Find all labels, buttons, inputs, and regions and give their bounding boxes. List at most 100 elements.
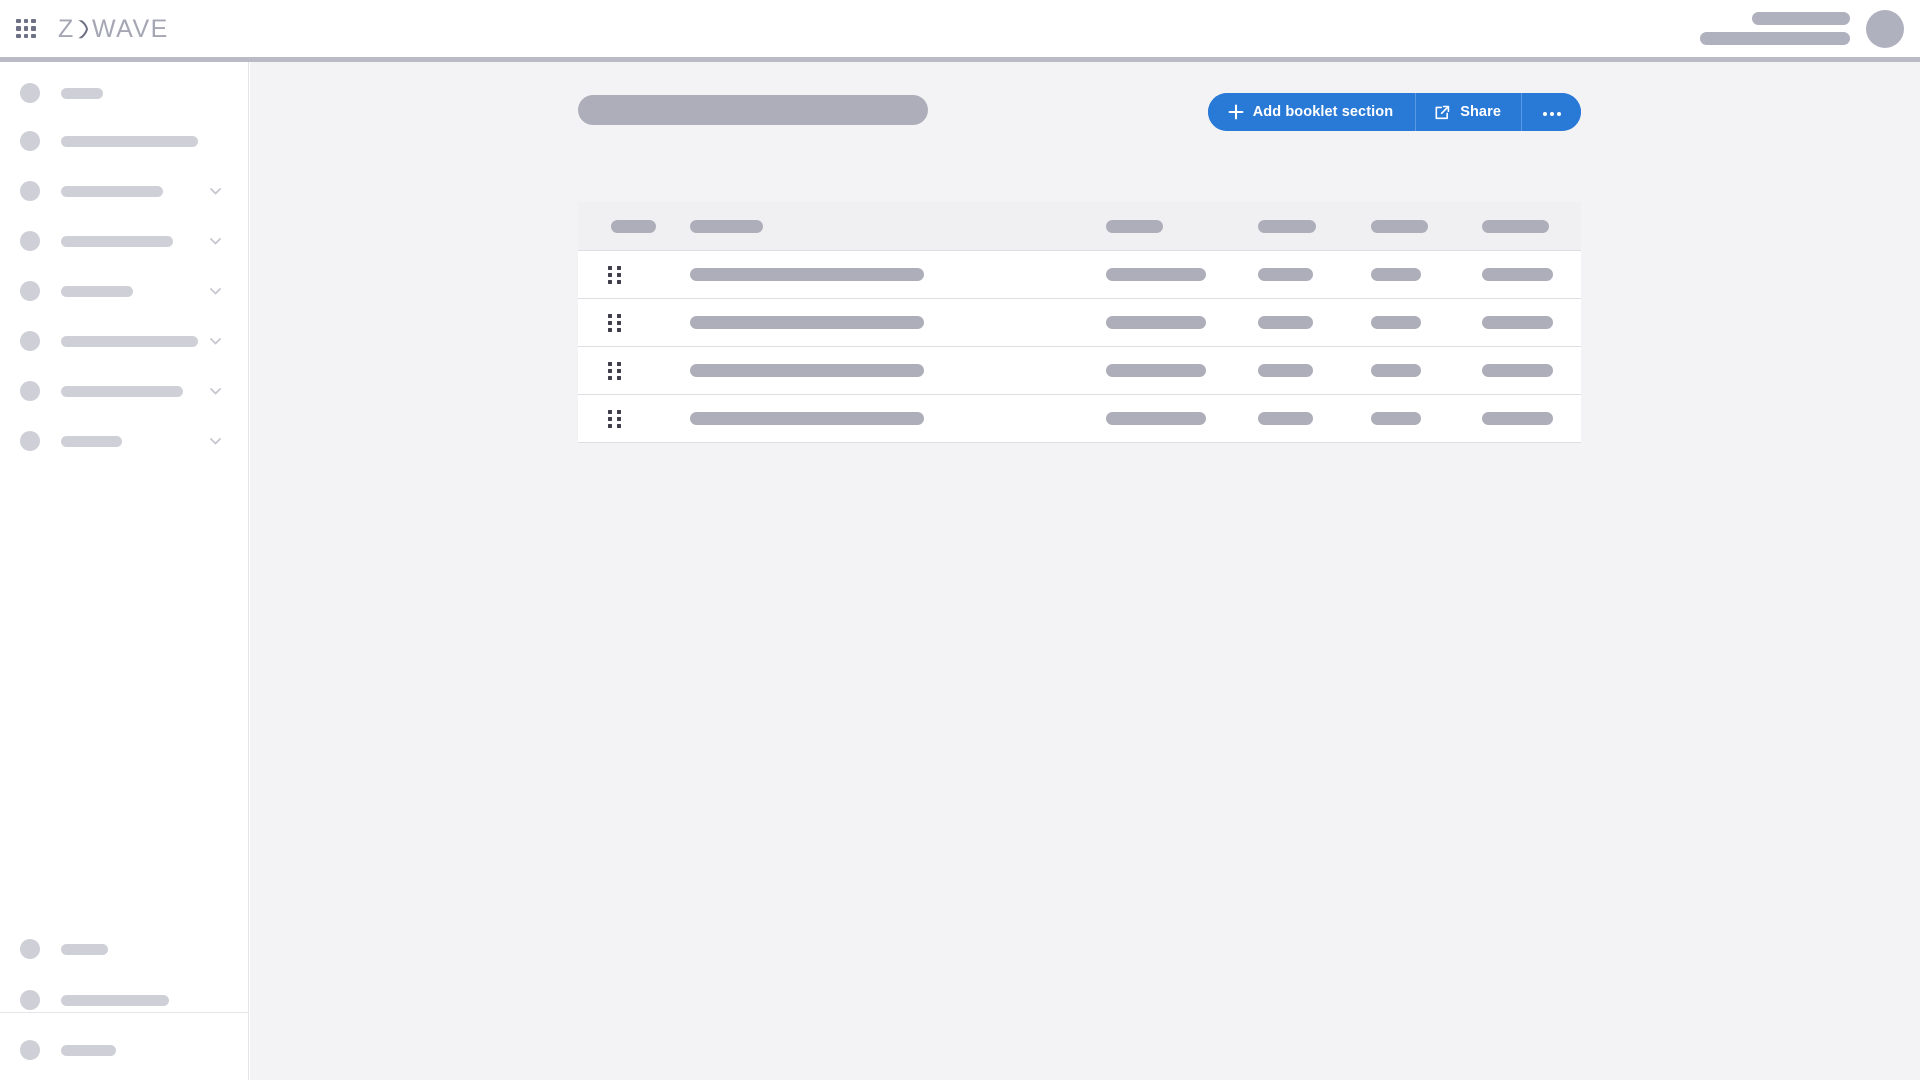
table-row[interactable]	[578, 395, 1581, 443]
column-header-skeleton-5	[1371, 219, 1428, 233]
share-button[interactable]: Share	[1416, 93, 1521, 131]
grid-cell	[31, 18, 36, 24]
cell-skeleton-4	[1371, 316, 1421, 329]
drag-dot	[617, 266, 621, 270]
sidebar-item-4[interactable]	[0, 224, 249, 258]
drag-dot	[617, 362, 621, 366]
circle-placeholder-icon	[20, 331, 40, 351]
drag-dot	[608, 417, 612, 421]
ellipsis-dot	[1549, 112, 1554, 116]
cell-skeleton-3	[1258, 316, 1313, 329]
cell-skeleton-2	[1106, 316, 1206, 329]
app-launcher-grid-icon[interactable]	[16, 18, 36, 39]
table-row[interactable]	[578, 347, 1581, 395]
drag-dot	[608, 376, 612, 380]
sidebar-item-6[interactable]	[0, 324, 249, 358]
add-booklet-section-label: Add booklet section	[1252, 104, 1394, 120]
sidebar-item-label-skeleton	[61, 335, 198, 347]
top-navigation-bar: Z WAVE	[0, 0, 1920, 57]
grid-cell	[23, 33, 29, 39]
add-booklet-section-button[interactable]: Add booklet section	[1207, 93, 1416, 131]
sidebar-item-8[interactable]	[0, 424, 249, 458]
sidebar-divider	[0, 1012, 249, 1013]
sidebar-item-label-skeleton	[61, 235, 173, 247]
grid-cell	[23, 18, 29, 24]
grid-cell	[23, 26, 29, 31]
circle-placeholder-icon	[20, 431, 40, 451]
svg-text:WAVE: WAVE	[92, 16, 169, 42]
cell-skeleton-name	[690, 412, 924, 425]
circle-placeholder-icon	[20, 131, 40, 151]
sidebar-item-label-skeleton	[61, 943, 108, 955]
drag-dot	[617, 273, 621, 277]
share-label: Share	[1460, 104, 1501, 120]
drag-dot	[608, 266, 612, 270]
sidebar	[0, 62, 249, 1080]
circle-placeholder-icon	[20, 231, 40, 251]
more-options-button[interactable]	[1522, 93, 1581, 131]
drag-handle-icon[interactable]	[608, 266, 621, 284]
sidebar-item-label-skeleton	[61, 87, 103, 99]
circle-placeholder-icon	[20, 939, 40, 959]
sidebar-item-7[interactable]	[0, 374, 249, 408]
main-content-area: Add booklet section Share	[250, 62, 1920, 1080]
drag-dot	[617, 410, 621, 414]
sidebar-item-label-skeleton	[61, 435, 122, 447]
chevron-down-icon[interactable]	[210, 237, 221, 245]
drag-dot	[617, 424, 621, 428]
drag-handle-icon[interactable]	[608, 410, 621, 428]
chevron-down-icon[interactable]	[210, 187, 221, 195]
cell-skeleton-5	[1482, 268, 1553, 281]
plus-icon	[1228, 104, 1244, 120]
zywave-logo[interactable]: Z WAVE	[58, 16, 182, 42]
cell-skeleton-4	[1371, 364, 1421, 377]
external-link-icon	[1435, 105, 1450, 119]
sidebar-item-3[interactable]	[0, 174, 249, 208]
drag-dot	[617, 417, 621, 421]
account-skeleton-line-2	[1700, 32, 1850, 45]
grid-cell	[16, 33, 21, 39]
sidebar-item-label-skeleton	[61, 185, 163, 197]
table-row[interactable]	[578, 299, 1581, 347]
cell-skeleton-2	[1106, 364, 1206, 377]
cell-skeleton-2	[1106, 268, 1206, 281]
drag-dot	[617, 280, 621, 284]
sidebar-item-2[interactable]	[0, 124, 249, 158]
column-header-skeleton-3	[1106, 219, 1163, 233]
topnav-right-group	[1700, 0, 1904, 57]
sidebar-item-label-skeleton	[61, 135, 198, 147]
column-header-skeleton-1	[611, 219, 656, 233]
cell-skeleton-name	[690, 316, 924, 329]
circle-placeholder-icon	[20, 990, 40, 1010]
booklet-sections-table	[578, 202, 1581, 443]
cell-skeleton-4	[1371, 412, 1421, 425]
avatar[interactable]	[1866, 9, 1904, 48]
drag-dot	[608, 362, 612, 366]
cell-skeleton-4	[1371, 268, 1421, 281]
table-row[interactable]	[578, 251, 1581, 299]
sidebar-item-label-skeleton	[61, 994, 169, 1006]
drag-handle-icon[interactable]	[608, 314, 621, 332]
cell-skeleton-5	[1482, 316, 1553, 329]
drag-dot	[608, 424, 612, 428]
sidebar-item-label-skeleton	[61, 285, 133, 297]
chevron-down-icon[interactable]	[210, 337, 221, 345]
drag-dot	[608, 314, 612, 318]
chevron-down-icon[interactable]	[210, 387, 221, 395]
svg-text:Z: Z	[58, 16, 75, 42]
chevron-down-icon[interactable]	[210, 437, 221, 445]
sidebar-footer-item-3[interactable]	[0, 1033, 249, 1067]
drag-dot	[608, 369, 612, 373]
column-header-skeleton-6	[1482, 219, 1549, 233]
cell-skeleton-5	[1482, 412, 1553, 425]
grid-cell	[16, 26, 21, 31]
sidebar-item-1[interactable]	[0, 76, 249, 110]
sidebar-footer-item-1[interactable]	[0, 932, 249, 966]
cell-skeleton-3	[1258, 268, 1313, 281]
account-name-skeleton	[1700, 12, 1850, 45]
chevron-down-icon[interactable]	[210, 287, 221, 295]
drag-dot	[608, 280, 612, 284]
sidebar-item-label-skeleton	[61, 385, 183, 397]
sidebar-item-5[interactable]	[0, 274, 249, 308]
drag-handle-icon[interactable]	[608, 362, 621, 380]
